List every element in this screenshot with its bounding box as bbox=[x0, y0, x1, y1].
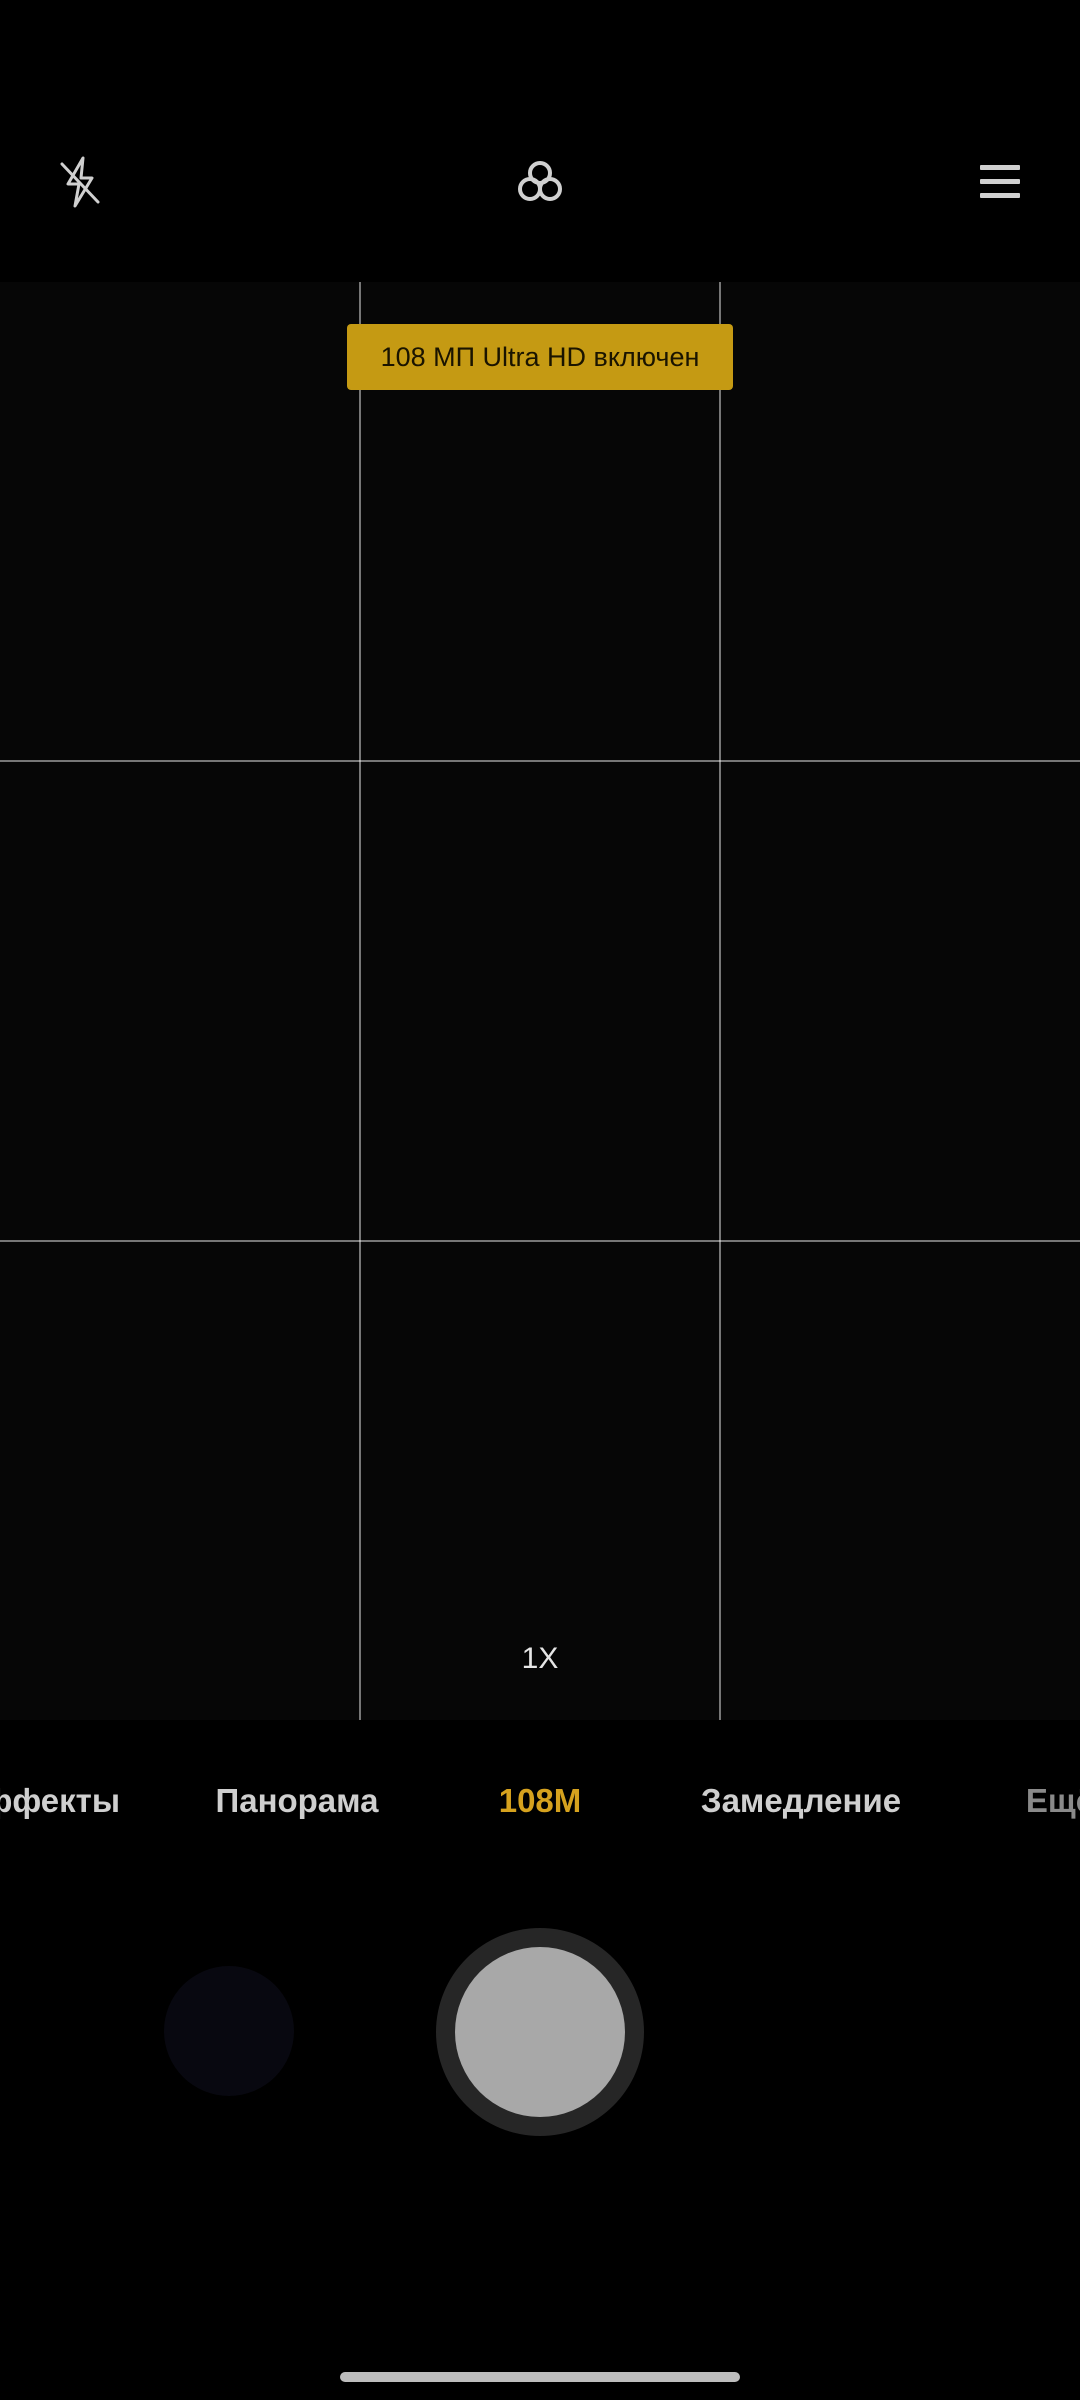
flash-off-icon bbox=[60, 156, 100, 208]
shutter-button-inner bbox=[455, 1947, 625, 2117]
menu-icon bbox=[980, 165, 1020, 198]
mode-more[interactable]: Ещё bbox=[1026, 1782, 1080, 1820]
camera-mode-selector: Эффекты Панорама 108M Замедление Ещё bbox=[0, 1720, 1080, 1880]
filters-button[interactable] bbox=[500, 142, 580, 222]
grid-line-vertical-1 bbox=[359, 282, 361, 1720]
mode-effects[interactable]: Эффекты bbox=[0, 1782, 120, 1820]
zoom-level-button[interactable]: 1X bbox=[500, 1634, 580, 1684]
home-indicator[interactable] bbox=[340, 2372, 740, 2382]
bottom-controls bbox=[0, 1880, 1080, 2400]
grid-line-vertical-2 bbox=[719, 282, 721, 1720]
grid-line-horizontal-2 bbox=[0, 1240, 1080, 1242]
mode-panorama[interactable]: Панорама bbox=[215, 1782, 378, 1820]
filters-icon bbox=[518, 161, 562, 201]
flash-toggle-button[interactable] bbox=[40, 142, 120, 222]
camera-viewfinder[interactable]: 108 МП Ultra HD включен 1X bbox=[0, 282, 1080, 1720]
shutter-button[interactable] bbox=[436, 1928, 644, 2136]
mode-slow-motion[interactable]: Замедление bbox=[701, 1782, 901, 1820]
mode-108m[interactable]: 108M bbox=[499, 1782, 582, 1820]
ultra-hd-toast: 108 МП Ultra HD включен bbox=[347, 324, 733, 390]
gallery-thumbnail[interactable] bbox=[164, 1966, 294, 2096]
menu-button[interactable] bbox=[960, 142, 1040, 222]
top-bar bbox=[0, 0, 1080, 282]
grid-line-horizontal-1 bbox=[0, 760, 1080, 762]
